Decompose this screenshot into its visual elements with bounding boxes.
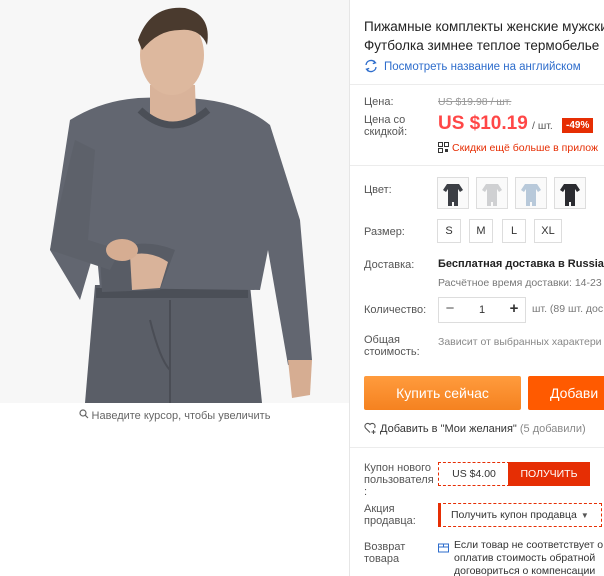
coupon-label-line3: : (364, 486, 368, 498)
get-coupon-button[interactable]: ПОЛУЧИТЬ (508, 462, 590, 486)
caret-down-icon: ▼ (580, 511, 589, 520)
returns-box-icon (438, 540, 449, 558)
seller-promo-label: Акция продавца: (364, 503, 416, 527)
translate-link-text[interactable]: Посмотреть название на английском (384, 61, 581, 73)
current-price: US $10.19 (438, 113, 528, 134)
translate-title-link[interactable]: Посмотреть название на английском (364, 59, 581, 73)
seller-coupon-select-value[interactable]: Получить купон продавца (451, 509, 577, 521)
size-label: Размер: (364, 226, 405, 238)
zoom-hint-text: Наведите курсор, чтобы увеличить (91, 410, 271, 422)
returns-label-line1: Возврат (364, 541, 406, 553)
discount-price-label-line2: скидкой: (364, 126, 408, 138)
product-photo[interactable] (0, 0, 349, 403)
divider (350, 447, 604, 448)
zoom-hint: Наведите курсор, чтобы увеличить (0, 403, 349, 429)
seller-promo-label-line2: продавца: (364, 515, 416, 527)
add-to-cart-button[interactable]: Добави (528, 376, 604, 410)
divider (350, 165, 604, 166)
color-swatch-black[interactable] (554, 177, 586, 209)
wishlist-label[interactable]: Добавить в "Мои желания" (380, 423, 517, 435)
discount-price-label: Цена со скидкой: (364, 114, 407, 138)
total-label: Общая стоимость: (364, 334, 420, 358)
seller-promo-label-line1: Акция (364, 503, 395, 515)
returns-text-line1: Если товар не соответствует о (454, 539, 604, 551)
wishlist-count: (5 добавили) (519, 423, 586, 435)
shipping-label: Доставка: (364, 259, 415, 271)
quantity-decrease-button[interactable]: − (439, 298, 461, 322)
returns-policy-text: Если товар не соответствует о оплатив ст… (454, 539, 604, 576)
coupon-label-line2: пользователя (364, 474, 434, 486)
color-label: Цвет: (364, 184, 392, 196)
quantity-increase-button[interactable]: + (503, 298, 525, 322)
divider (350, 84, 604, 85)
product-gallery[interactable] (0, 0, 349, 403)
price-unit: / шт. (532, 120, 553, 132)
total-label-line1: Общая (364, 334, 400, 346)
returns-label-line2: товара (364, 553, 400, 565)
seller-coupon-select[interactable]: Получить купон продавца ▼ (438, 503, 602, 527)
size-option-m[interactable]: M (469, 219, 493, 243)
add-to-wishlist-link[interactable]: Добавить в "Мои желания" (5 добавили) (364, 422, 586, 435)
translate-icon (365, 59, 377, 73)
coupon-label-line1: Купон нового (364, 462, 432, 474)
heart-plus-icon (364, 422, 376, 434)
returns-text-line3: договориться о компенсации (454, 565, 596, 576)
color-swatch-dark-grey[interactable] (437, 177, 469, 209)
buy-now-button[interactable]: Купить сейчас (364, 376, 521, 410)
size-option-s[interactable]: S (437, 219, 461, 243)
qr-code-icon (438, 142, 449, 153)
coupon-amount: US $4.00 (438, 462, 510, 486)
app-discount-link[interactable]: Скидки ещё больше в прилож (438, 142, 598, 154)
magnifier-icon (78, 403, 89, 429)
price-label: Цена: (364, 96, 394, 108)
quantity-input[interactable]: 1 (461, 298, 503, 322)
product-title: Пижамные комплекты женские мужские Футбо… (364, 17, 604, 55)
product-info-panel: Пижамные комплекты женские мужские Футбо… (350, 0, 604, 576)
shipping-value[interactable]: Бесплатная доставка в Russian (438, 258, 604, 270)
size-option-xl[interactable]: XL (534, 219, 562, 243)
total-value: Зависит от выбранных характери (438, 336, 602, 348)
discount-price-label-line1: Цена со (364, 114, 406, 126)
returns-text-line2: оплатив стоимость обратной (454, 552, 596, 564)
color-swatch-light-grey[interactable] (476, 177, 508, 209)
quantity-label: Количество: (364, 304, 427, 316)
size-option-l[interactable]: L (502, 219, 526, 243)
total-label-line2: стоимость: (364, 346, 420, 358)
shipping-time: Расчётное время доставки: 14-23 (438, 277, 602, 289)
app-discount-text[interactable]: Скидки ещё больше в прилож (452, 142, 598, 154)
original-price: US $19.98 / шт. (438, 96, 512, 108)
quantity-stepper: − 1 + (438, 297, 526, 323)
discount-badge: -49% (562, 118, 594, 133)
product-title-line2: Футболка зимнее теплое термобелье (364, 38, 600, 53)
returns-label: Возврат товара (364, 541, 405, 565)
quantity-available: шт. (89 шт. дос (532, 303, 604, 315)
new-user-coupon-label: Купон нового пользователя : (364, 462, 434, 498)
product-title-line1: Пижамные комплекты женские мужские (364, 19, 604, 34)
color-swatch-light-blue[interactable] (515, 177, 547, 209)
